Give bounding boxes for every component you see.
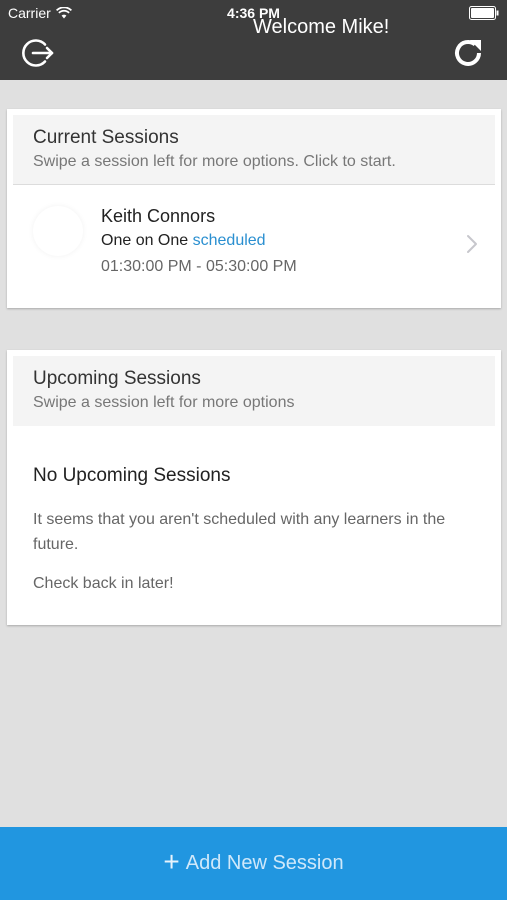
current-sessions-header: Current Sessions Swipe a session left fo… [13,115,495,185]
chevron-right-icon [467,235,477,253]
page-title: Welcome Mike! [253,16,390,38]
current-sessions-title: Current Sessions [33,127,179,148]
plus-icon: + [163,846,180,877]
logout-button[interactable] [20,35,56,71]
battery-icon [469,6,499,20]
app-header: Carrier 4:36 PM Welcome Mike! [0,0,507,80]
upcoming-sessions-title: Upcoming Sessions [33,368,201,389]
upcoming-sessions-header: Upcoming Sessions Swipe a session left f… [13,356,495,426]
session-row[interactable]: Keith Connors One on One scheduled 01:30… [13,186,495,302]
session-time-range: 01:30:00 PM - 05:30:00 PM [101,258,297,275]
session-type-line: One on One scheduled [101,232,266,250]
empty-state-hint: Check back in later! [33,575,174,592]
upcoming-sessions-subtitle: Swipe a session left for more options [33,394,295,411]
empty-state-title: No Upcoming Sessions [33,465,231,486]
refresh-button[interactable] [450,35,486,71]
current-sessions-card: Current Sessions Swipe a session left fo… [7,109,501,308]
add-new-session-label: Add New Session [185,852,344,874]
add-new-session-button[interactable]: + Add New Session [0,827,507,900]
session-type: One on One [101,232,189,249]
session-status-badge: scheduled [192,232,266,249]
current-sessions-subtitle: Swipe a session left for more options. C… [33,153,396,170]
empty-state-text: It seems that you aren't scheduled with … [33,511,446,553]
session-learner-name: Keith Connors [101,206,216,226]
avatar [33,206,83,256]
upcoming-sessions-card: Upcoming Sessions Swipe a session left f… [7,350,501,625]
logout-icon [22,39,54,67]
refresh-icon [455,40,481,66]
